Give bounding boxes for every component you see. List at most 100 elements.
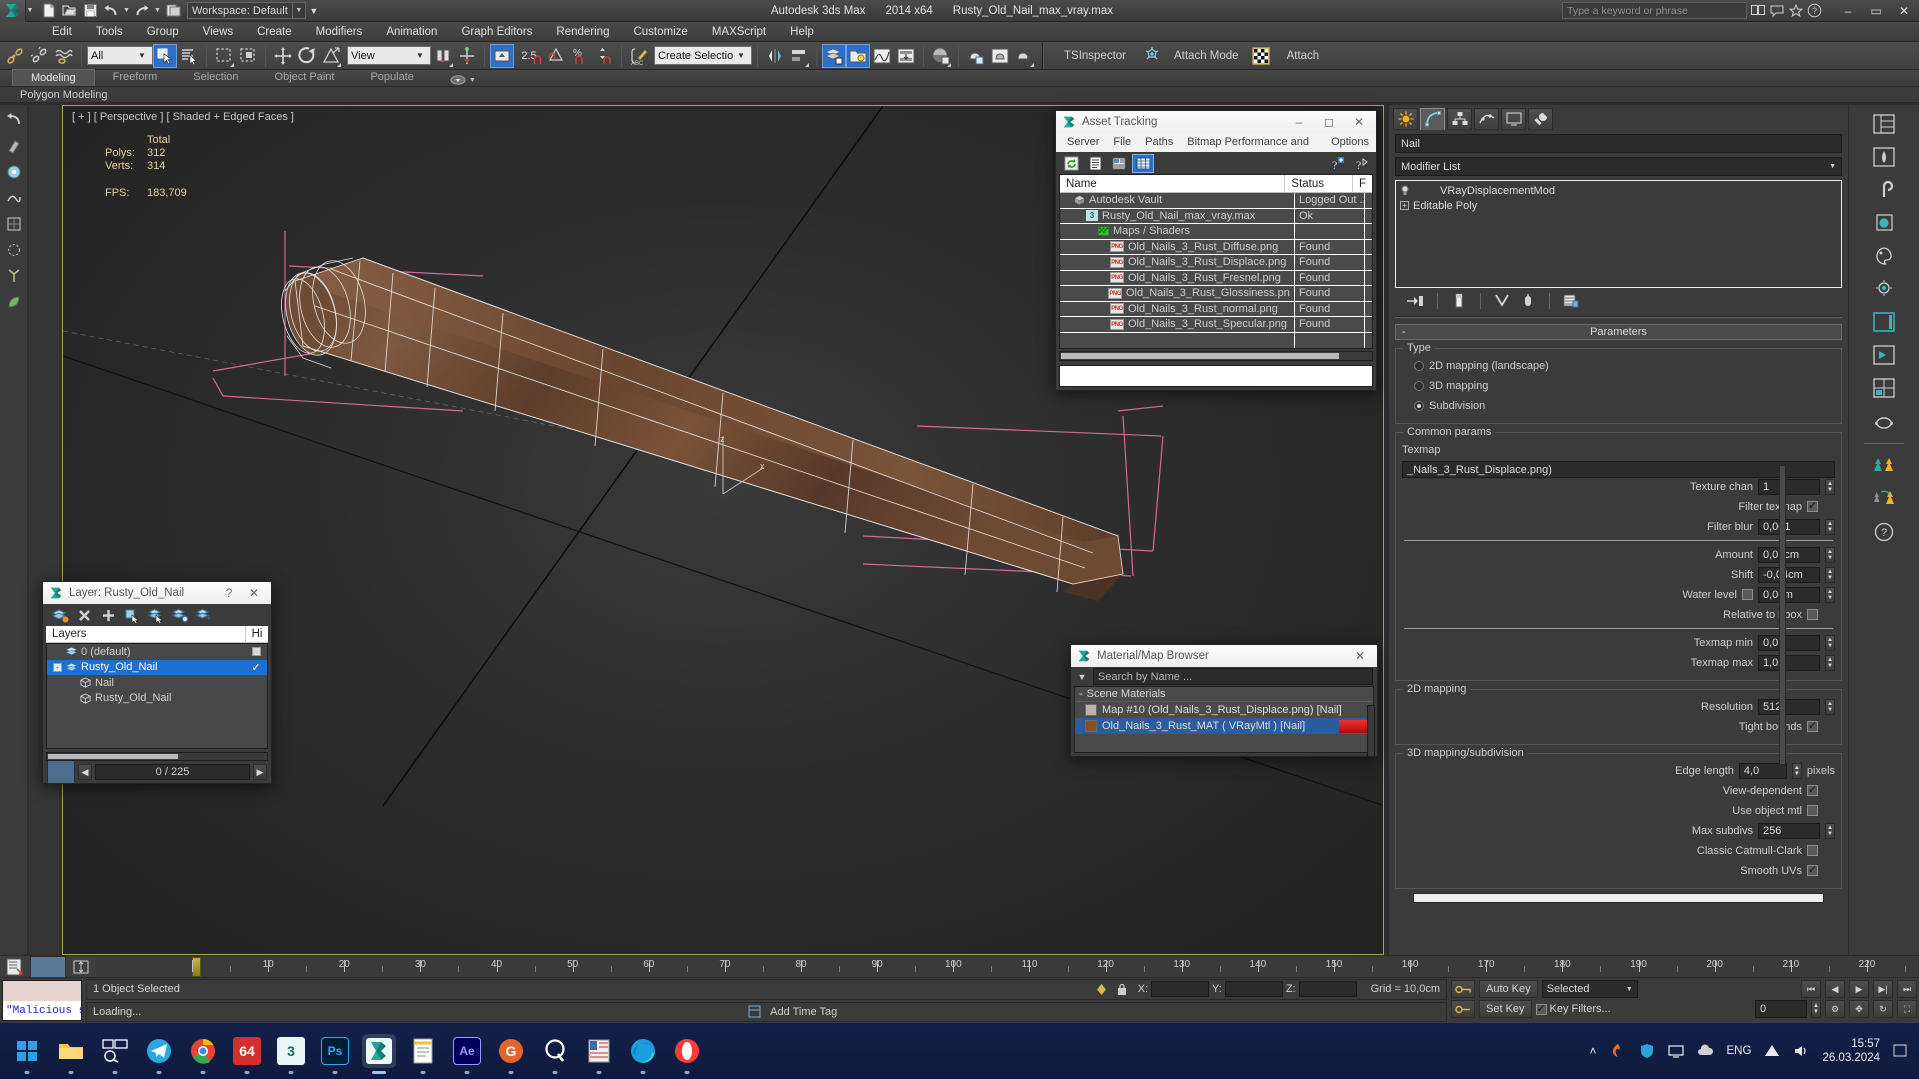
layer-dialog-close[interactable]: ✕ <box>239 583 269 603</box>
table-row[interactable]: PNG Old_Nails_3_Rust_Displace.png Found <box>1060 255 1372 271</box>
maxscript-input-pane[interactable]: "Malicious s <box>3 1001 81 1020</box>
maxscript-mini-listener[interactable]: "Malicious s <box>2 980 82 1021</box>
menu-item-animation[interactable]: Animation <box>374 22 449 42</box>
ribbon-overflow-menu[interactable]: ▼ <box>450 75 476 86</box>
table-row[interactable]: Autodesk Vault Logged Out ... <box>1060 193 1372 209</box>
spinner-icon[interactable]: ▲ ▼ <box>1825 634 1835 651</box>
radio-2d-mapping-landscape[interactable]: 2D mapping (landscape) <box>1402 357 1835 374</box>
shift-input[interactable]: -0,04cm <box>1758 566 1820 583</box>
time-slider-handle[interactable] <box>192 956 201 977</box>
table-row[interactable]: PNG Old_Nails_3_Rust_normal.png Found <box>1060 301 1372 317</box>
freeform-leaf-icon[interactable] <box>2 290 26 314</box>
select-highlighted-icon[interactable] <box>145 606 167 625</box>
substance-painter-icon[interactable] <box>538 1034 572 1074</box>
chevron-down-icon[interactable]: ▼ <box>1626 986 1633 993</box>
hide-checkbox[interactable] <box>251 647 261 657</box>
coord-y-input[interactable] <box>1224 981 1283 998</box>
help-add-icon[interactable]: ? <box>1326 154 1348 173</box>
light-bulb-toggle-icon[interactable] <box>1400 185 1410 196</box>
go-to-end-icon[interactable]: ⏭ <box>1897 980 1917 998</box>
modify-tab-icon[interactable] <box>1420 108 1445 130</box>
spinner-icon[interactable]: ▲ ▼ <box>1825 586 1835 603</box>
scene-explorer-icon[interactable] <box>846 43 870 68</box>
lock-selection-icon[interactable] <box>1112 983 1132 996</box>
modifier-stack[interactable]: VRayDisplacementMod + Editable Poly <box>1395 180 1842 288</box>
layer-dialog-titlebar[interactable]: Layer: Rusty_Old_Nail ? ✕ <box>43 582 271 604</box>
named-selection-set-combo[interactable]: Create Selection Se▼ <box>654 46 752 65</box>
viewport-label[interactable]: [ + ] [ Perspective ] [ Shaded + Edged F… <box>72 111 294 123</box>
display-icon[interactable] <box>1667 1043 1684 1059</box>
flame-icon[interactable] <box>1610 1043 1626 1059</box>
maximize-button[interactable]: ▭ <box>1863 0 1889 21</box>
undo-icon[interactable] <box>101 1 121 20</box>
layer-hscrollbar[interactable] <box>46 752 268 761</box>
spiral-icon[interactable] <box>1867 175 1901 205</box>
collapse-icon[interactable]: - <box>53 662 62 672</box>
delete-layer-icon[interactable] <box>73 606 95 625</box>
material-list-vscrollbar[interactable] <box>1367 705 1375 757</box>
time-slider-track[interactable]: 10 20 30 40 50 60 70 80 90 100 110 120 130 140 150 160 1… <box>96 955 1919 978</box>
asset-tracking-window[interactable]: Asset Tracking – ◻ ✕ Server File Paths B… <box>1055 110 1377 391</box>
chevron-down-icon[interactable]: ▼ <box>1829 163 1836 170</box>
material-browser-close[interactable]: ✕ <box>1345 646 1375 666</box>
utilities-tab-icon[interactable] <box>1528 108 1553 130</box>
filter-blur-input[interactable]: 0,001 <box>1758 518 1820 535</box>
menu-item-create[interactable]: Create <box>245 22 304 42</box>
antivirus-icon[interactable] <box>1639 1043 1655 1059</box>
table-row[interactable]: PNG Old_Nails_3_Rust_Glossiness.png Found <box>1060 286 1372 302</box>
table-row[interactable]: Maps / Shaders <box>1060 224 1372 240</box>
configure-modifier-sets-icon[interactable] <box>1558 292 1584 310</box>
curve-editor-icon[interactable] <box>870 44 894 68</box>
panel-layout-icon[interactable] <box>1867 307 1901 337</box>
list-item[interactable]: Old_Nails_3_Rust_MAT ( VRayMtl ) [Nail] <box>1075 718 1373 734</box>
group-toggle-icon[interactable]: - <box>1079 688 1083 700</box>
asset-tracking-minimize[interactable]: – <box>1284 112 1314 132</box>
viewport-layout-tabs-icon[interactable] <box>1867 109 1901 139</box>
go-to-start-icon[interactable]: ⏮ <box>1801 980 1821 998</box>
menu-item-views[interactable]: Views <box>191 22 245 42</box>
tight-bounds-checkbox[interactable] <box>1807 719 1818 732</box>
minimize-button[interactable]: – <box>1835 0 1861 21</box>
teapot-icon[interactable] <box>1867 406 1901 436</box>
select-and-move-icon[interactable] <box>271 44 295 68</box>
modifier-stack-item-vraydisplacement[interactable]: VRayDisplacementMod <box>1396 183 1841 198</box>
key-filters-checkbox[interactable] <box>1535 1002 1547 1015</box>
rendered-frame-window-icon[interactable] <box>988 44 1012 68</box>
maximize-viewport-toggle-icon[interactable]: ⛶ <box>1897 1000 1917 1018</box>
list-item[interactable]: - Rusty_Old_Nail ✓ <box>47 659 267 675</box>
set-key-icon[interactable] <box>1451 1000 1475 1018</box>
workspace-dropdown-icon[interactable]: ▼ <box>292 2 306 19</box>
menu-item-rendering[interactable]: Rendering <box>544 22 621 42</box>
classic-catmull-clark-checkbox[interactable] <box>1807 845 1818 856</box>
hide-check-icon[interactable]: ✓ <box>251 661 260 674</box>
freeform-branch-icon[interactable] <box>2 264 26 288</box>
3ds-max-running-icon[interactable] <box>362 1034 396 1074</box>
clock[interactable]: 15:57 26.03.2024 <box>1822 1037 1880 1065</box>
grid-view-icon[interactable] <box>1132 153 1154 173</box>
set-key-mode-icon[interactable] <box>1451 980 1475 998</box>
material-browser-titlebar[interactable]: Material/Map Browser ✕ <box>1071 645 1377 667</box>
create-new-layer-icon[interactable] <box>49 606 71 625</box>
radio-3d-mapping[interactable]: 3D mapping <box>1402 377 1835 394</box>
photoshop-icon[interactable]: Ps <box>318 1034 352 1074</box>
chevron-down-icon[interactable]: ▼ <box>413 51 427 60</box>
material-search-input[interactable]: Search by Name ... <box>1093 668 1373 685</box>
communication-center-icon[interactable] <box>1768 2 1785 19</box>
water-level-checkbox[interactable] <box>1742 589 1753 600</box>
telegram-icon[interactable] <box>142 1034 176 1074</box>
redo-dropdown-icon[interactable]: ▼ <box>153 1 162 20</box>
modifier-list-combo[interactable]: Modifier List ▼ <box>1395 157 1842 176</box>
layer-col-hide[interactable]: Hi <box>246 626 268 643</box>
use-object-mtl-checkbox[interactable] <box>1807 805 1818 816</box>
quad-panel-icon[interactable] <box>1867 373 1901 403</box>
paint-palette-icon[interactable] <box>1867 241 1901 271</box>
modifier-stack-item-editable-poly[interactable]: + Editable Poly <box>1396 198 1841 213</box>
auto-key-button[interactable]: Auto Key <box>1479 980 1538 998</box>
view-dependent-checkbox[interactable] <box>1807 783 1818 796</box>
search-widget-icon[interactable] <box>98 1034 132 1074</box>
water-level-input[interactable]: 0,0cm <box>1758 586 1820 603</box>
open-mini-curve-editor-icon[interactable] <box>0 956 30 978</box>
chevron-down-icon[interactable]: ▼ <box>734 51 748 60</box>
material-editor-icon[interactable] <box>929 44 953 68</box>
help-circle-icon[interactable]: ? <box>1867 517 1901 547</box>
